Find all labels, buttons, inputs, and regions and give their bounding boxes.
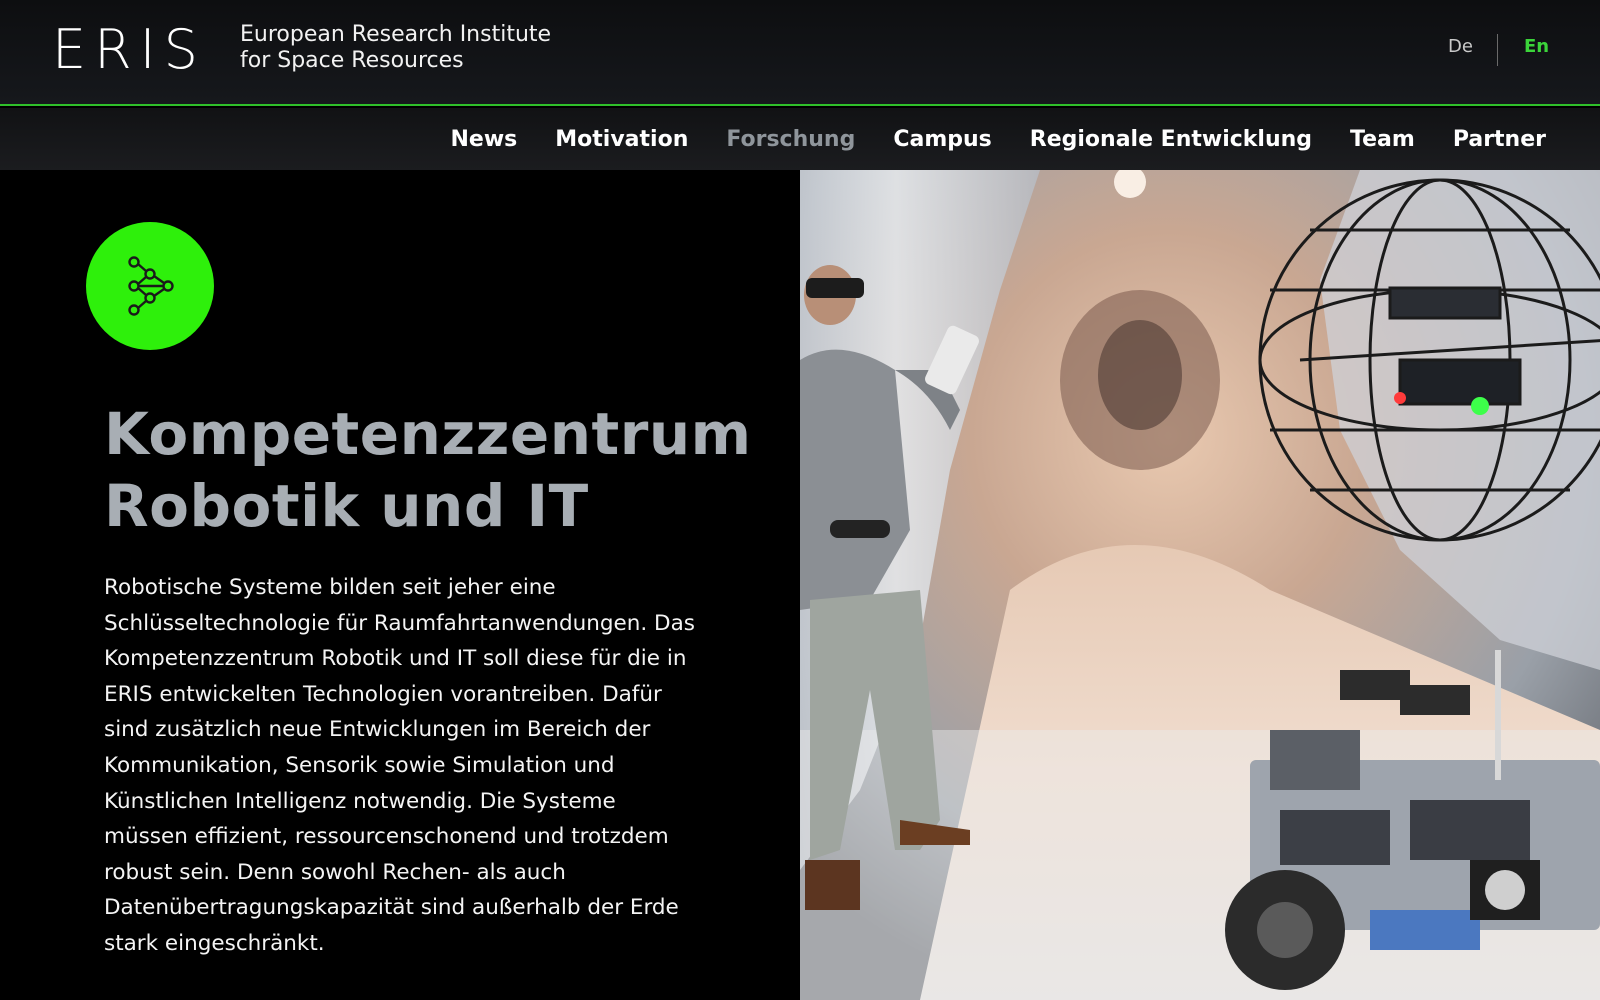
paragraph-line: Kommunikation, Sensorik sowie Simulation… <box>104 752 615 778</box>
language-en-link[interactable]: En <box>1524 36 1549 57</box>
paragraph-line: Robotische Systeme bilden seit jeher ein… <box>104 575 556 600</box>
institute-name: European Research Institute for Space Re… <box>240 22 551 74</box>
nav-item-partner[interactable]: Partner <box>1453 127 1546 152</box>
site-header: ERIS European Research Institute for Spa… <box>0 0 1600 106</box>
language-divider <box>1497 34 1498 66</box>
eris-logo[interactable]: ERIS <box>52 20 206 80</box>
network-nodes-icon <box>128 256 174 316</box>
intro-paragraph: Robotische Systeme bilden seit jeher ein… <box>104 570 704 962</box>
nav-item-campus[interactable]: Campus <box>893 127 991 152</box>
nav-item-regionale-entwicklung[interactable]: Regionale Entwicklung <box>1030 127 1312 152</box>
paragraph-line: robust sein. Denn sowohl Rechen- als auc… <box>104 859 566 885</box>
hero-photo <box>800 170 1600 1000</box>
paragraph-line: müssen effizient, ressourcenschonend und… <box>104 824 669 850</box>
robotics-lab-illustration <box>800 170 1600 1000</box>
paragraph-line: stark eingeschränkt. <box>104 930 325 956</box>
paragraph-line: ERIS entwickelten Technologien vorantrei… <box>104 681 662 707</box>
paragraph-line: Datenübertragungskapazität sind außerhal… <box>104 895 679 921</box>
paragraph-line: Künstlichen Intelligenz notwendig. Die S… <box>104 788 616 814</box>
paragraph-line: Schlüsseltechnologie für Raumfahrtanwend… <box>104 610 695 636</box>
section-badge <box>86 222 214 350</box>
title-line-1: Kompetenzzentrum <box>104 400 752 468</box>
paragraph-line: sind zusätzlich neue Entwicklungen im Be… <box>104 717 651 743</box>
institute-line-1: European Research Institute <box>240 22 552 47</box>
content-panel: Kompetenzzentrum Robotik und IT Robotisc… <box>0 170 800 1000</box>
title-line-2: Robotik und IT <box>104 472 589 540</box>
nav-item-news[interactable]: News <box>451 127 518 152</box>
page-title: Kompetenzzentrum Robotik und IT <box>104 398 752 542</box>
paragraph-line: Kompetenzzentrum Robotik und IT soll die… <box>104 646 687 672</box>
nav-list: News Motivation Forschung Campus Regiona… <box>451 108 1547 170</box>
main-navigation: News Motivation Forschung Campus Regiona… <box>0 108 1600 170</box>
nav-item-forschung[interactable]: Forschung <box>726 127 855 152</box>
institute-line-2: for Space Resources <box>240 48 464 73</box>
nav-item-motivation[interactable]: Motivation <box>555 127 688 152</box>
nav-item-team[interactable]: Team <box>1350 127 1415 152</box>
language-de-link[interactable]: De <box>1448 36 1473 57</box>
